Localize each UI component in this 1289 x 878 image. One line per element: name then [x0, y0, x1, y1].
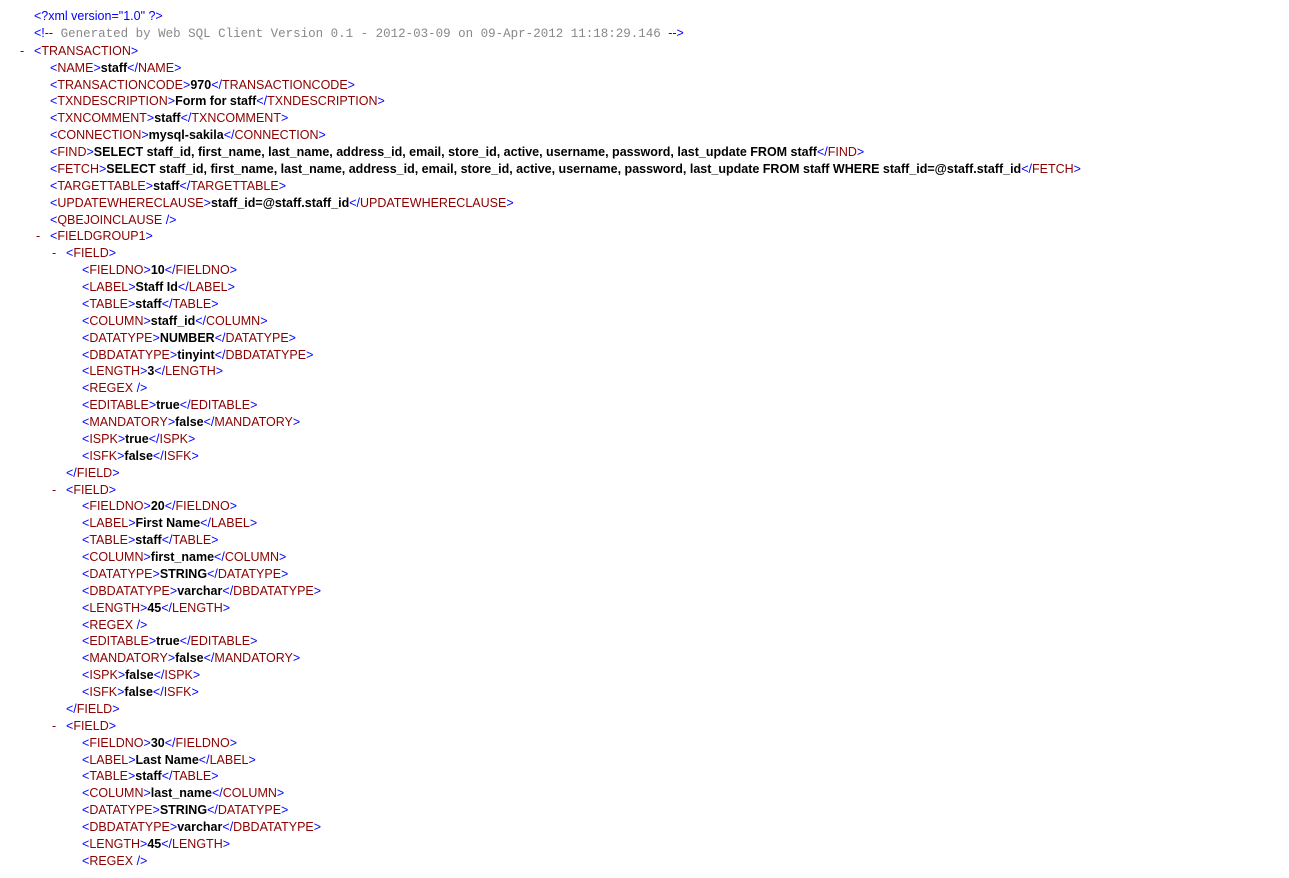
- collapse-icon[interactable]: -: [36, 228, 50, 245]
- collapse-icon[interactable]: -: [52, 245, 66, 262]
- fetch-element: <FETCH>SELECT staff_id, first_name, last…: [12, 161, 1277, 178]
- xml-tree-view: <?xml version="1.0" ?> <!-- Generated by…: [12, 8, 1277, 870]
- table-element: <TABLE>staff</TABLE>: [12, 768, 1277, 785]
- collapse-icon[interactable]: -: [52, 718, 66, 735]
- fieldno-element: <FIELDNO>10</FIELDNO>: [12, 262, 1277, 279]
- fieldno-element: <FIELDNO>20</FIELDNO>: [12, 498, 1277, 515]
- mandatory-element: <MANDATORY>false</MANDATORY>: [12, 414, 1277, 431]
- name-element: <NAME>staff</NAME>: [12, 60, 1277, 77]
- column-element: <COLUMN>last_name</COLUMN>: [12, 785, 1277, 802]
- editable-element: <EDITABLE>true</EDITABLE>: [12, 633, 1277, 650]
- regex-element: <REGEX />: [12, 380, 1277, 397]
- dbdatatype-element: <DBDATATYPE>tinyint</DBDATATYPE>: [12, 347, 1277, 364]
- ispk-element: <ISPK>true</ISPK>: [12, 431, 1277, 448]
- xml-processing-instruction: <?xml version="1.0" ?>: [12, 8, 1277, 25]
- xml-comment: <!-- Generated by Web SQL Client Version…: [12, 25, 1277, 43]
- updatewhereclause-element: <UPDATEWHERECLAUSE>staff_id=@staff.staff…: [12, 195, 1277, 212]
- collapse-icon[interactable]: -: [52, 482, 66, 499]
- mandatory-element: <MANDATORY>false</MANDATORY>: [12, 650, 1277, 667]
- collapse-icon[interactable]: -: [20, 43, 34, 60]
- transaction-open[interactable]: -<TRANSACTION>: [12, 43, 1277, 60]
- label-element: <LABEL>Staff Id</LABEL>: [12, 279, 1277, 296]
- targettable-element: <TARGETTABLE>staff</TARGETTABLE>: [12, 178, 1277, 195]
- isfk-element: <ISFK>false</ISFK>: [12, 448, 1277, 465]
- find-element: <FIND>SELECT staff_id, first_name, last_…: [12, 144, 1277, 161]
- datatype-element: <DATATYPE>STRING</DATATYPE>: [12, 566, 1277, 583]
- fieldgroup1-open[interactable]: -<FIELDGROUP1>: [12, 228, 1277, 245]
- fieldno-element: <FIELDNO>30</FIELDNO>: [12, 735, 1277, 752]
- dbdatatype-element: <DBDATATYPE>varchar</DBDATATYPE>: [12, 819, 1277, 836]
- column-element: <COLUMN>staff_id</COLUMN>: [12, 313, 1277, 330]
- field-close: </FIELD>: [12, 701, 1277, 718]
- length-element: <LENGTH>3</LENGTH>: [12, 363, 1277, 380]
- datatype-element: <DATATYPE>NUMBER</DATATYPE>: [12, 330, 1277, 347]
- txndescription-element: <TXNDESCRIPTION>Form for staff</TXNDESCR…: [12, 93, 1277, 110]
- length-element: <LENGTH>45</LENGTH>: [12, 600, 1277, 617]
- txncomment-element: <TXNCOMMENT>staff</TXNCOMMENT>: [12, 110, 1277, 127]
- regex-element: <REGEX />: [12, 853, 1277, 870]
- label-element: <LABEL>Last Name</LABEL>: [12, 752, 1277, 769]
- column-element: <COLUMN>first_name</COLUMN>: [12, 549, 1277, 566]
- field-close: </FIELD>: [12, 465, 1277, 482]
- field-open[interactable]: -<FIELD>: [12, 482, 1277, 499]
- table-element: <TABLE>staff</TABLE>: [12, 532, 1277, 549]
- isfk-element: <ISFK>false</ISFK>: [12, 684, 1277, 701]
- connection-element: <CONNECTION>mysql-sakila</CONNECTION>: [12, 127, 1277, 144]
- qbejoinclause-element: <QBEJOINCLAUSE />: [12, 212, 1277, 229]
- editable-element: <EDITABLE>true</EDITABLE>: [12, 397, 1277, 414]
- table-element: <TABLE>staff</TABLE>: [12, 296, 1277, 313]
- label-element: <LABEL>First Name</LABEL>: [12, 515, 1277, 532]
- transactioncode-element: <TRANSACTIONCODE>970</TRANSACTIONCODE>: [12, 77, 1277, 94]
- length-element: <LENGTH>45</LENGTH>: [12, 836, 1277, 853]
- dbdatatype-element: <DBDATATYPE>varchar</DBDATATYPE>: [12, 583, 1277, 600]
- datatype-element: <DATATYPE>STRING</DATATYPE>: [12, 802, 1277, 819]
- field-open[interactable]: -<FIELD>: [12, 245, 1277, 262]
- ispk-element: <ISPK>false</ISPK>: [12, 667, 1277, 684]
- regex-element: <REGEX />: [12, 617, 1277, 634]
- field-open[interactable]: -<FIELD>: [12, 718, 1277, 735]
